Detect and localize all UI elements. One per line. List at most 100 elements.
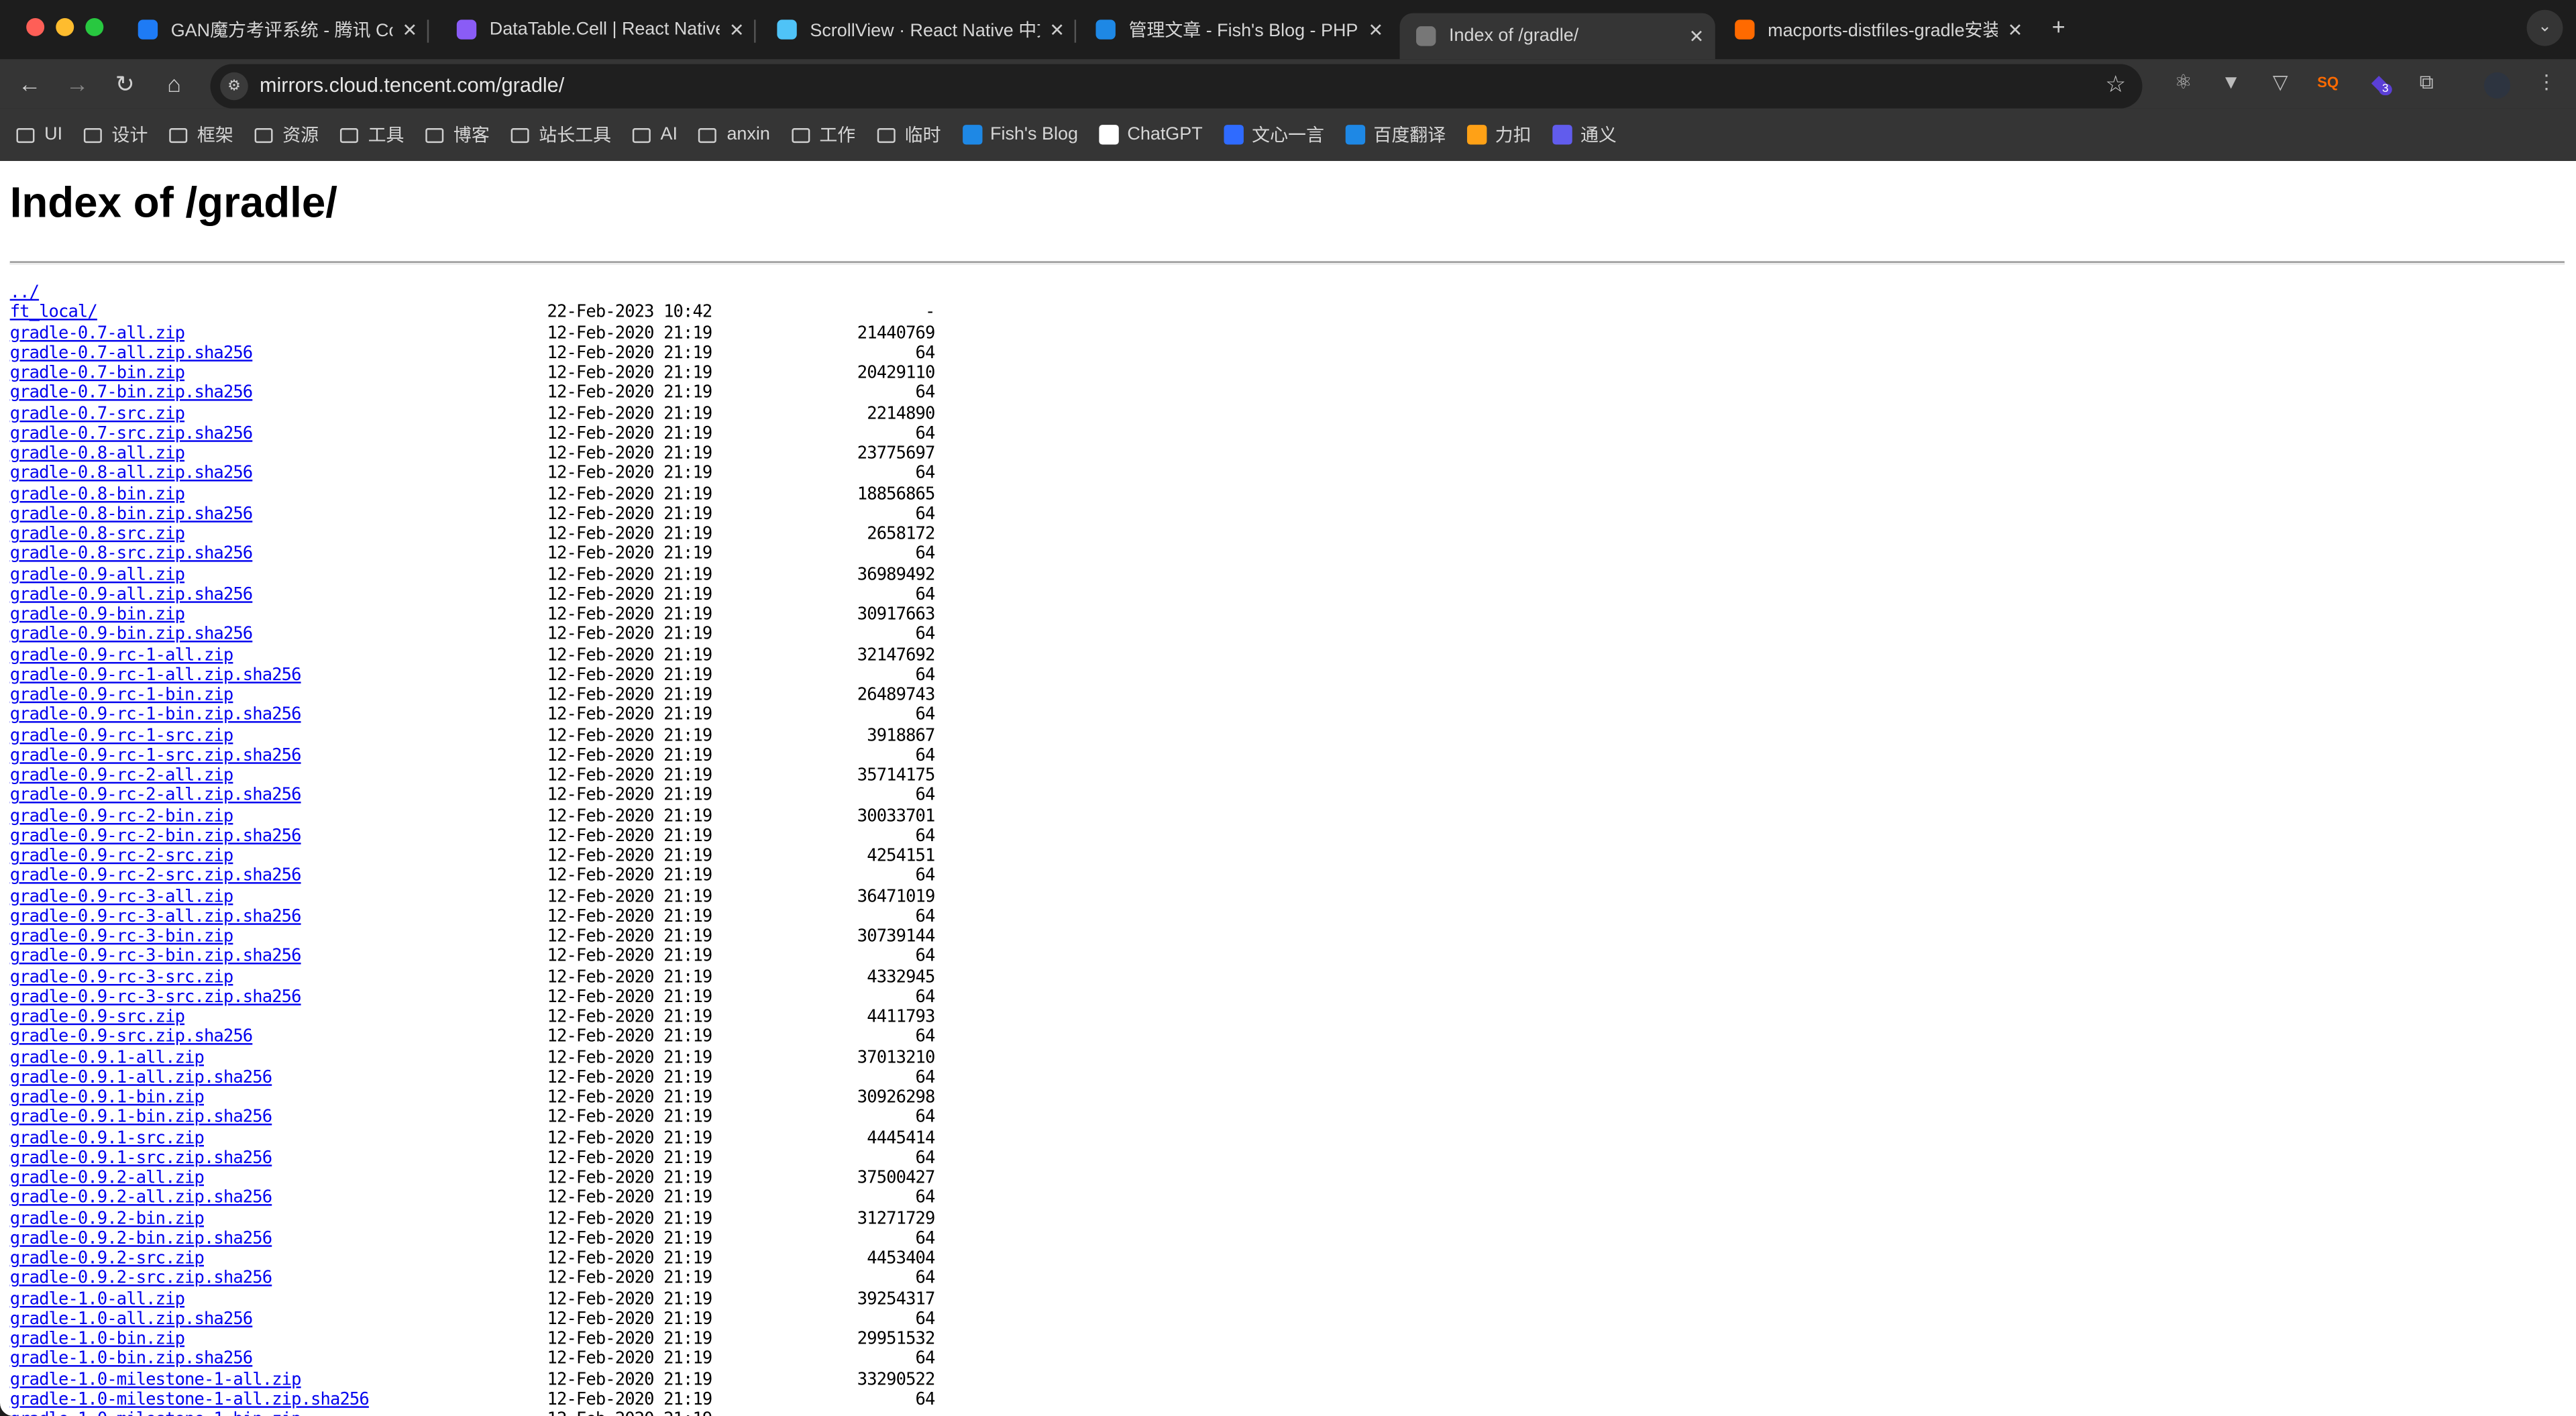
file-link[interactable]: gradle-1.0-all.zip — [10, 1289, 185, 1308]
file-link[interactable]: gradle-0.7-src.zip.sha256 — [10, 423, 253, 443]
bookmark-link[interactable]: 百度翻译 — [1345, 121, 1446, 148]
file-link[interactable]: gradle-0.9-rc-1-bin.zip — [10, 685, 234, 704]
tab[interactable]: GAN魔方考评系统 - 腾讯 CoDe ✕ — [121, 7, 417, 53]
file-link[interactable]: gradle-0.8-bin.zip.sha256 — [10, 504, 253, 523]
file-link[interactable]: gradle-0.9.1-all.zip.sha256 — [10, 1067, 272, 1087]
file-link[interactable]: gradle-0.8-all.zip — [10, 443, 185, 463]
forward-button[interactable]: → — [64, 70, 91, 97]
file-link[interactable]: gradle-0.9-src.zip — [10, 1007, 185, 1026]
close-tab-icon[interactable]: ✕ — [2008, 19, 2023, 40]
new-tab-button[interactable]: + — [2045, 13, 2072, 40]
file-link[interactable]: gradle-1.0-all.zip.sha256 — [10, 1309, 253, 1328]
file-link[interactable]: gradle-0.9-rc-2-src.zip.sha256 — [10, 866, 302, 885]
file-link[interactable]: gradle-0.9.1-src.zip — [10, 1128, 205, 1147]
minimize-window-button[interactable] — [56, 17, 74, 36]
file-link[interactable]: gradle-0.9.2-src.zip — [10, 1248, 205, 1268]
file-link[interactable]: gradle-0.9-rc-1-src.zip.sha256 — [10, 745, 302, 765]
file-link[interactable]: gradle-0.9-all.zip.sha256 — [10, 584, 253, 604]
bookmark-folder[interactable]: 临时 — [877, 121, 941, 148]
bookmark-folder[interactable]: 工作 — [791, 121, 855, 148]
file-link[interactable]: gradle-0.9.2-all.zip — [10, 1168, 205, 1187]
file-link[interactable]: gradle-0.9-rc-1-src.zip — [10, 725, 234, 745]
file-link[interactable]: gradle-0.9-rc-2-src.zip — [10, 846, 234, 865]
file-link[interactable]: gradle-1.0-milestone-1-all.zip.sha256 — [10, 1389, 370, 1409]
file-link[interactable]: gradle-0.7-bin.zip.sha256 — [10, 383, 253, 402]
tab-search-chevron-icon[interactable]: ⌄ — [2526, 9, 2563, 46]
reload-button[interactable]: ↻ — [112, 70, 138, 99]
file-link[interactable]: gradle-0.9-rc-3-all.zip — [10, 886, 234, 906]
file-link[interactable]: gradle-0.9-bin.zip.sha256 — [10, 624, 253, 644]
file-link[interactable]: gradle-0.7-bin.zip — [10, 363, 185, 382]
bookmark-link[interactable]: 力扣 — [1466, 121, 1532, 148]
maximize-window-button[interactable] — [85, 17, 104, 36]
file-link[interactable]: gradle-0.9-src.zip.sha256 — [10, 1027, 253, 1046]
file-link[interactable]: gradle-0.9-rc-1-bin.zip.sha256 — [10, 705, 302, 724]
bookmark-link[interactable]: Fish's Blog — [962, 125, 1078, 145]
bookmark-star-icon[interactable]: ☆ — [2105, 70, 2126, 99]
vue-devtools-extension-icon[interactable]: ▼ — [2218, 70, 2244, 93]
file-link[interactable]: gradle-0.9-rc-3-src.zip — [10, 967, 234, 986]
react-devtools-extension-icon[interactable]: ⚛ — [2170, 70, 2196, 93]
tab[interactable]: DataTable.Cell | React Native ✕ — [440, 7, 744, 53]
bookmark-folder[interactable]: 站长工具 — [511, 121, 611, 148]
file-link[interactable]: gradle-0.9-bin.zip — [10, 604, 185, 624]
bookmark-folder[interactable]: 设计 — [83, 121, 148, 148]
close-tab-icon[interactable]: ✕ — [1049, 19, 1065, 40]
close-tab-icon[interactable]: ✕ — [1689, 25, 1705, 46]
file-link[interactable]: gradle-1.0-milestone-1-all.zip — [10, 1369, 302, 1388]
file-link[interactable]: ft_local/ — [10, 303, 98, 322]
sq-extension-icon[interactable]: SQ — [2315, 74, 2341, 90]
bookmark-folder[interactable]: 框架 — [169, 121, 233, 148]
file-link[interactable]: gradle-0.8-src.zip.sha256 — [10, 544, 253, 563]
back-button[interactable]: ← — [16, 70, 42, 97]
close-window-button[interactable] — [26, 17, 45, 36]
bookmark-link[interactable]: ChatGPT — [1099, 125, 1203, 145]
file-link[interactable]: gradle-0.9.1-bin.zip.sha256 — [10, 1107, 272, 1127]
tab[interactable]: ScrollView · React Native 中文 ✕ — [761, 7, 1065, 53]
file-link[interactable]: gradle-0.7-all.zip.sha256 — [10, 343, 253, 362]
file-link[interactable]: gradle-0.9-rc-3-bin.zip — [10, 926, 234, 946]
file-link[interactable]: gradle-0.9.2-all.zip.sha256 — [10, 1188, 272, 1207]
file-link[interactable]: gradle-0.8-bin.zip — [10, 484, 185, 503]
bookmark-folder[interactable]: UI — [16, 125, 62, 145]
tab-active[interactable]: Index of /gradle/ ✕ — [1399, 13, 1715, 60]
bookmark-folder[interactable]: 工具 — [339, 121, 404, 148]
file-link[interactable]: gradle-0.9-rc-1-all.zip.sha256 — [10, 665, 302, 684]
address-bar[interactable]: ⚙ mirrors.cloud.tencent.com/gradle/ ☆ — [210, 64, 2143, 109]
home-button[interactable]: ⌂ — [161, 70, 187, 97]
url-text[interactable]: mirrors.cloud.tencent.com/gradle/ — [260, 74, 564, 97]
extension-v-icon[interactable]: ▽ — [2267, 70, 2294, 93]
close-tab-icon[interactable]: ✕ — [402, 19, 417, 40]
file-link[interactable]: gradle-0.9-rc-3-all.zip.sha256 — [10, 906, 302, 926]
file-link[interactable]: gradle-0.9-rc-2-bin.zip — [10, 806, 234, 825]
extensions-puzzle-icon[interactable]: ⧉ — [2414, 70, 2440, 95]
file-link[interactable]: gradle-0.9.2-src.zip.sha256 — [10, 1268, 272, 1288]
menu-kebab-icon[interactable]: ⋮ — [2533, 70, 2559, 93]
file-link[interactable]: gradle-0.7-src.zip — [10, 403, 185, 423]
close-tab-icon[interactable]: ✕ — [729, 19, 745, 40]
close-tab-icon[interactable]: ✕ — [1368, 19, 1383, 40]
file-link[interactable]: gradle-0.9.2-bin.zip.sha256 — [10, 1228, 272, 1248]
file-link[interactable]: gradle-0.9-rc-2-bin.zip.sha256 — [10, 826, 302, 845]
file-link[interactable]: gradle-0.9.1-bin.zip — [10, 1087, 205, 1107]
bookmark-folder[interactable]: 资源 — [254, 121, 319, 148]
file-link[interactable]: gradle-0.8-all.zip.sha256 — [10, 464, 253, 483]
file-link[interactable]: gradle-0.9-rc-3-src.zip.sha256 — [10, 987, 302, 1006]
file-link[interactable]: ../ — [10, 282, 40, 302]
file-link[interactable]: gradle-0.9-rc-3-bin.zip.sha256 — [10, 946, 302, 966]
bookmark-folder[interactable]: AI — [632, 125, 678, 145]
extension-purple-icon[interactable]: ◆ 3 — [2366, 70, 2392, 96]
file-link[interactable]: gradle-0.9.1-all.zip — [10, 1047, 205, 1067]
bookmark-link[interactable]: 文心一言 — [1224, 121, 1324, 148]
file-link[interactable]: gradle-0.8-src.zip — [10, 524, 185, 543]
file-link[interactable]: gradle-0.9-rc-2-all.zip.sha256 — [10, 785, 302, 805]
bookmark-folder[interactable]: anxin — [698, 125, 770, 145]
file-link[interactable]: gradle-0.7-all.zip — [10, 323, 185, 342]
file-link[interactable]: gradle-0.9.1-src.zip.sha256 — [10, 1148, 272, 1167]
bookmark-link[interactable]: 通义 — [1552, 121, 1617, 148]
tab[interactable]: macports-distfiles-gradle安装 ✕ — [1719, 7, 2031, 53]
file-link[interactable]: gradle-0.9-all.zip — [10, 564, 185, 584]
tab[interactable]: 管理文章 - Fish's Blog - PHP开 ✕ — [1079, 7, 1383, 53]
file-link[interactable]: gradle-1.0-bin.zip.sha256 — [10, 1349, 253, 1368]
profile-avatar[interactable] — [2483, 72, 2511, 99]
